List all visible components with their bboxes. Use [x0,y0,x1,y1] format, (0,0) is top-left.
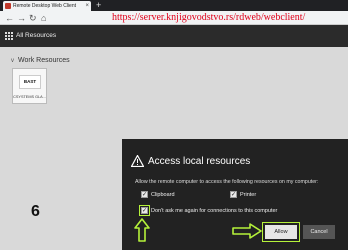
dialog-title: Access local resources [148,156,251,167]
app-title[interactable]: All Resources [16,31,56,41]
dont-ask-checkbox[interactable]: ✓ [139,205,150,216]
right-arrow-icon [232,223,262,239]
app-logo: BAST [19,75,41,89]
dialog-description: Allow the remote computer to access the … [135,179,319,185]
dont-ask-label: Don't ask me again for connections to th… [151,207,278,214]
address-bar-url[interactable]: https://server.knjigovodstvo.rs/rdweb/we… [112,12,305,24]
app-header: All Resources [0,25,348,47]
up-arrow-icon [134,218,150,242]
new-tab-button[interactable]: + [96,0,101,10]
section-title: Work Resources [18,57,70,64]
reload-icon[interactable]: ↻ [29,12,37,24]
cancel-button[interactable]: Cancel [303,225,335,239]
chevron-down-icon: v [11,57,14,64]
clipboard-checkbox[interactable]: ✓ [141,191,148,198]
browser-tab[interactable]: Remote Desktop Web Client × [3,1,91,11]
browser-toolbar: ← → ↻ ⌂ https://server.knjigovodstvo.rs/… [0,11,348,25]
tile-label: CSYSTEMS GLA... [13,95,46,99]
apps-grid-icon[interactable] [5,32,13,40]
forward-arrow-icon[interactable]: → [17,12,26,24]
allow-button[interactable]: Allow [262,222,300,242]
printer-checkbox[interactable]: ✓ [230,191,237,198]
work-resources-header[interactable]: v Work Resources [11,57,70,64]
home-icon[interactable]: ⌂ [41,12,46,24]
step-number: 6 [31,203,40,220]
browser-tab-bar: Remote Desktop Web Client × + [0,0,348,11]
resource-tile[interactable]: BAST CSYSTEMS GLA... [12,68,47,104]
printer-option[interactable]: ✓ Printer [230,191,256,198]
printer-label: Printer [240,191,257,198]
warning-icon [131,155,144,167]
clipboard-label: Clipboard [151,191,175,198]
dont-ask-option[interactable]: ✓ Don't ask me again for connections to … [139,205,278,216]
clipboard-option[interactable]: ✓ Clipboard [141,191,175,198]
tab-close-icon[interactable]: × [85,3,89,9]
rd-favicon-icon [5,3,11,9]
tab-title: Remote Desktop Web Client [13,3,76,9]
back-arrow-icon[interactable]: ← [5,12,14,24]
